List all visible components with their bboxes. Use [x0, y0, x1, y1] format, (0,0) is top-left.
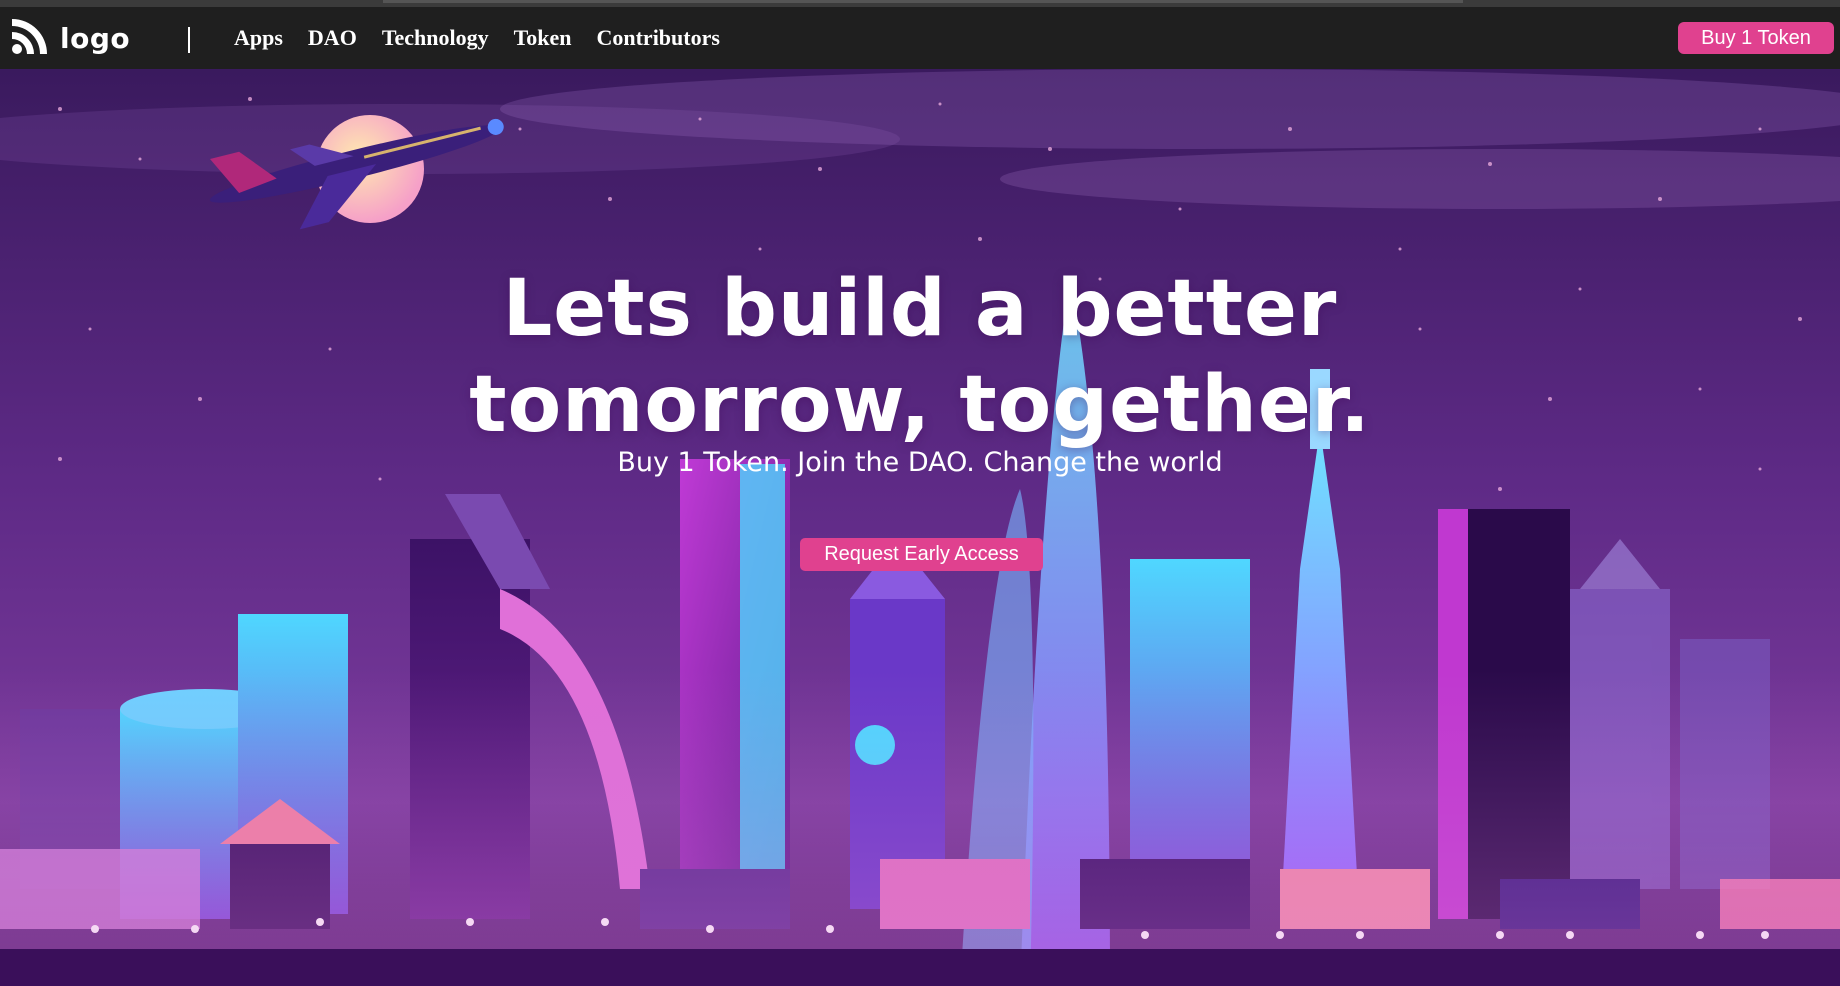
nav-link-token[interactable]: Token	[514, 25, 572, 51]
nav-link-dao[interactable]: DAO	[308, 25, 357, 51]
hero-title-line-2: tomorrow, together.	[469, 360, 1371, 450]
request-early-access-button[interactable]: Request Early Access	[800, 538, 1043, 571]
hero-subtitle: Buy 1 Token. Join the DAO. Change the wo…	[617, 447, 1223, 478]
hero-title-line-1: Lets build a better	[502, 264, 1338, 354]
browser-tab-bar	[383, 0, 1463, 3]
city-skyline-illustration	[0, 69, 1840, 986]
nav-divider	[188, 27, 190, 53]
rss-icon	[10, 16, 50, 61]
hero-title: Lets build a better tomorrow, together.	[0, 261, 1840, 453]
buy-token-button[interactable]: Buy 1 Token	[1678, 22, 1834, 54]
navbar: logo Apps DAO Technology Token Contribut…	[0, 7, 1840, 69]
nav-link-contributors[interactable]: Contributors	[596, 25, 719, 51]
nav-link-technology[interactable]: Technology	[382, 25, 489, 51]
hero-section: Lets build a better tomorrow, together. …	[0, 69, 1840, 986]
browser-top-strip	[0, 0, 1840, 7]
logo-text: logo	[60, 21, 131, 55]
nav-link-apps[interactable]: Apps	[234, 25, 283, 51]
nav-links: Apps DAO Technology Token Contributors	[234, 25, 720, 51]
logo[interactable]: logo	[10, 18, 130, 58]
